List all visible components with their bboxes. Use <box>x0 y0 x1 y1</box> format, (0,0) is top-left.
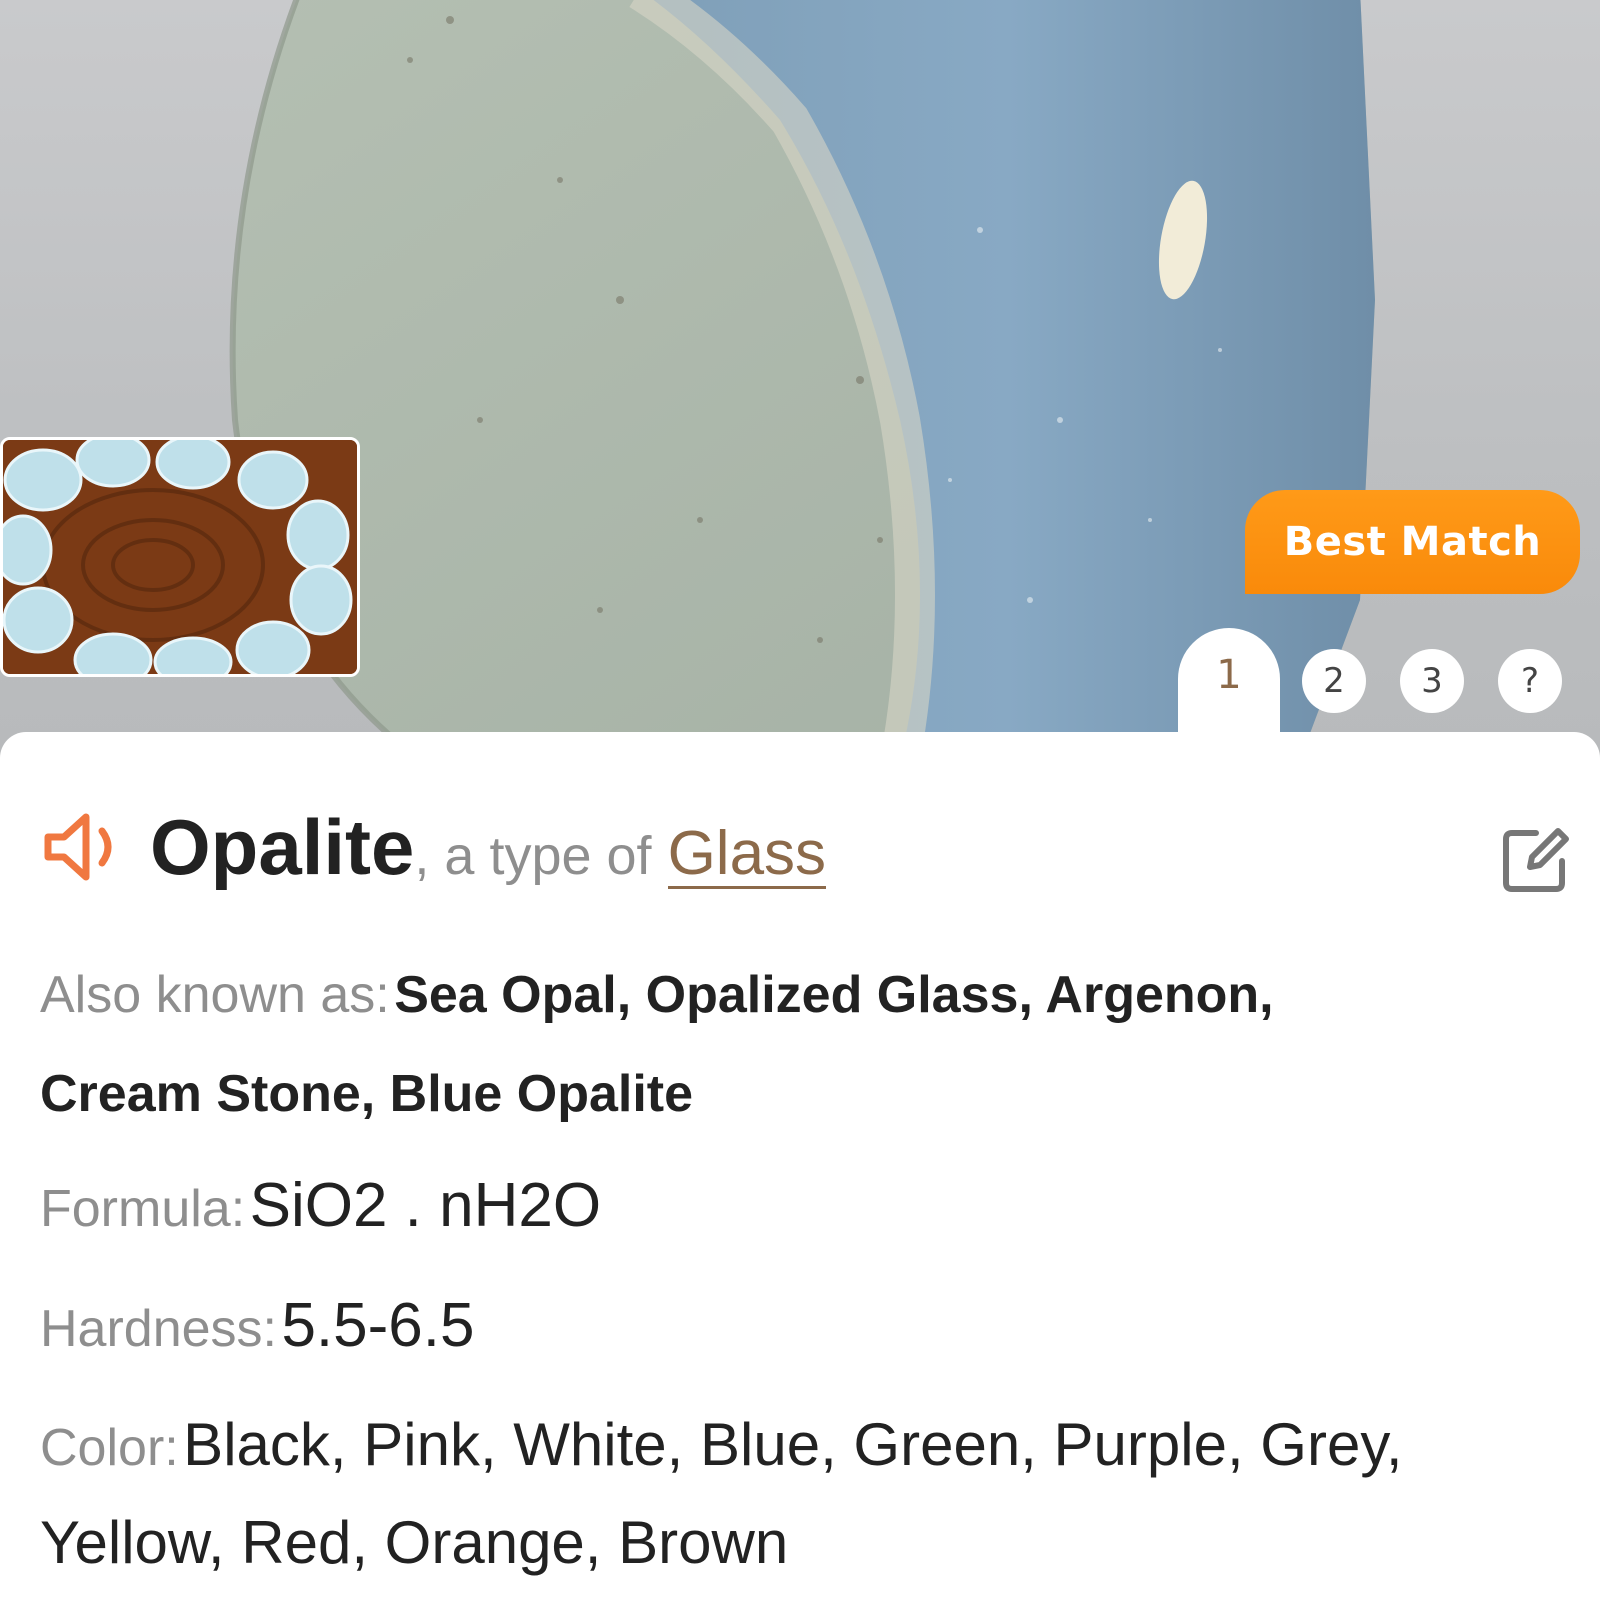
type-link[interactable]: Glass <box>667 821 827 890</box>
hardness-value: 5.5-6.5 <box>281 1291 475 1360</box>
edit-icon[interactable] <box>1500 825 1570 895</box>
result-tab-2[interactable]: 2 <box>1302 649 1366 713</box>
hardness-label: Hardness: <box>40 1300 277 1358</box>
reference-thumbnail[interactable] <box>0 437 360 677</box>
aka-row-2: Cream Stone, Blue Opalite <box>40 1064 1570 1124</box>
color-row: Color: Black, Pink, White, Blue, Green, … <box>40 1410 1570 1479</box>
identification-result-screen: Best Match 1 2 3 ? Opalite , a type of G… <box>0 0 1600 1600</box>
best-match-badge: Best Match <box>1245 490 1580 594</box>
aka-label: Also known as: <box>40 966 390 1024</box>
formula-value: SiO2 . nH2O <box>249 1171 602 1240</box>
color-value-line1: Black, Pink, White, Blue, Green, Purple,… <box>183 1411 1403 1478</box>
aka-value-line2: Cream Stone, Blue Opalite <box>40 1065 694 1123</box>
type-prefix: , a type of <box>414 826 652 886</box>
color-value-line2: Yellow, Red, Orange, Brown <box>40 1509 789 1576</box>
stone-title: Opalite , a type of Glass <box>40 802 827 892</box>
hardness-row: Hardness: 5.5-6.5 <box>40 1290 1570 1361</box>
result-tab-3[interactable]: 3 <box>1400 649 1464 713</box>
aka-row: Also known as: Sea Opal, Opalized Glass,… <box>40 965 1570 1025</box>
speaker-icon[interactable] <box>40 807 130 887</box>
formula-row: Formula: SiO2 . nH2O <box>40 1170 1570 1241</box>
color-label: Color: <box>40 1419 179 1477</box>
aka-value-line1: Sea Opal, Opalized Glass, Argenon, <box>394 966 1274 1024</box>
color-row-2: Yellow, Red, Orange, Brown <box>40 1508 1570 1577</box>
stone-name: Opalite <box>150 803 415 891</box>
result-tab-unknown[interactable]: ? <box>1498 649 1562 713</box>
formula-label: Formula: <box>40 1180 246 1238</box>
